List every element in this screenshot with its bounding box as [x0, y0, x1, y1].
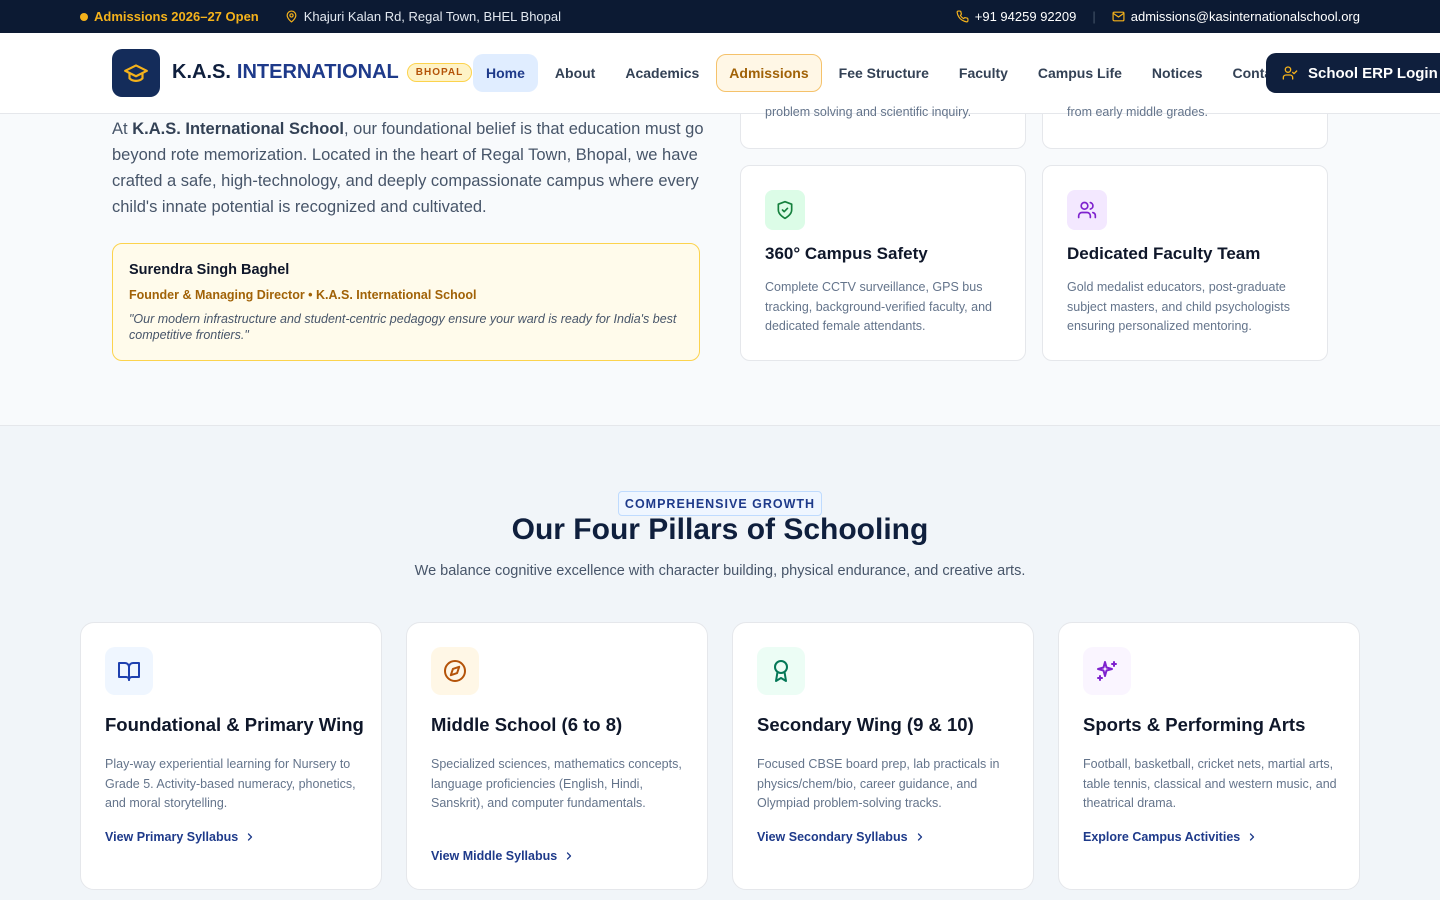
- brand-name[interactable]: K.A.S. INTERNATIONAL BHOPAL: [172, 61, 473, 84]
- admissions-open-label: Admissions 2026–27 Open: [94, 9, 259, 24]
- address-text: Khajuri Kalan Rd, Regal Town, BHEL Bhopa…: [303, 9, 562, 24]
- school-logo[interactable]: [112, 49, 160, 97]
- users-icon: [1067, 190, 1107, 230]
- nav-about[interactable]: About: [542, 54, 608, 92]
- founder-card: Surendra Singh Baghel Founder & Managing…: [112, 243, 700, 361]
- founder-name: Surendra Singh Baghel: [129, 262, 290, 278]
- graduation-cap-icon: [124, 64, 148, 82]
- feature-title: Dedicated Faculty Team: [1067, 244, 1261, 263]
- compass-icon: [431, 647, 479, 695]
- phone-icon: [956, 10, 969, 23]
- email-link[interactable]: admissions@kasinternationalschool.org: [1112, 9, 1360, 24]
- feature-card-faculty-team: Dedicated Faculty Team Gold medalist edu…: [1042, 165, 1328, 361]
- book-open-icon: [105, 647, 153, 695]
- nav-admissions[interactable]: Admissions: [716, 54, 822, 92]
- view-secondary-syllabus-link[interactable]: View Secondary Syllabus: [757, 830, 926, 844]
- feature-card-campus-safety: 360° Campus Safety Complete CCTV surveil…: [740, 165, 1026, 361]
- pillar-link-label: View Middle Syllabus: [431, 849, 558, 863]
- pillar-description: Specialized sciences, mathematics concep…: [431, 757, 682, 811]
- pillar-description: Football, basketball, cricket nets, mart…: [1083, 757, 1337, 811]
- view-primary-syllabus-link[interactable]: View Primary Syllabus: [105, 830, 256, 844]
- email-text: admissions@kasinternationalschool.org: [1130, 9, 1360, 24]
- award-icon: [757, 647, 805, 695]
- about-intro: At K.A.S. International School, our foun…: [112, 116, 712, 220]
- pillar-title: Secondary Wing (9 & 10): [757, 714, 974, 735]
- about-intro-prefix: At: [112, 120, 133, 138]
- nav-campus-life[interactable]: Campus Life: [1025, 54, 1135, 92]
- site-header: K.A.S. INTERNATIONAL BHOPAL Home About A…: [0, 33, 1440, 114]
- pillar-card-middle: Middle School (6 to 8) Specialized scien…: [406, 622, 708, 890]
- section-subtitle: We balance cognitive excellence with cha…: [414, 563, 1026, 579]
- founder-role: Founder & Managing Director • K.A.S. Int…: [129, 288, 477, 302]
- nav-academics[interactable]: Academics: [612, 54, 712, 92]
- city-badge: BHOPAL: [406, 63, 473, 82]
- feature-card-cut-2: from early middle grades.: [1042, 105, 1328, 149]
- user-check-icon: [1282, 66, 1298, 80]
- shield-check-icon: [765, 190, 805, 230]
- erp-login-button[interactable]: School ERP Login: [1266, 53, 1440, 93]
- top-info-bar: Admissions 2026–27 Open Khajuri Kalan Rd…: [0, 0, 1440, 33]
- feature-description: Complete CCTV surveillance, GPS bus trac…: [765, 280, 992, 333]
- pillar-description: Play-way experiential learning for Nurse…: [105, 757, 356, 811]
- view-middle-syllabus-link[interactable]: View Middle Syllabus: [431, 849, 575, 863]
- about-intro-school: K.A.S. International School: [132, 120, 344, 138]
- sparkles-icon: [1083, 647, 1131, 695]
- pillar-description: Focused CBSE board prep, lab practicals …: [757, 757, 1000, 811]
- phone-link[interactable]: +91 94259 92209: [956, 9, 1077, 24]
- section-title: Our Four Pillars of Schooling: [511, 513, 929, 546]
- brand-part-1: K.A.S.: [172, 61, 231, 83]
- pillar-card-secondary: Secondary Wing (9 & 10) Focused CBSE boa…: [732, 622, 1034, 890]
- mail-icon: [1112, 10, 1125, 23]
- phone-text: +91 94259 92209: [974, 9, 1077, 24]
- main-nav: Home About Academics Admissions Fee Stru…: [473, 54, 1298, 92]
- pillar-title: Middle School (6 to 8): [431, 714, 623, 735]
- explore-campus-activities-link[interactable]: Explore Campus Activities: [1083, 830, 1258, 844]
- founder-quote: "Our modern infrastructure and student-c…: [129, 312, 677, 342]
- nav-notices[interactable]: Notices: [1139, 54, 1216, 92]
- nav-fee-structure[interactable]: Fee Structure: [826, 54, 942, 92]
- pillar-link-label: View Primary Syllabus: [105, 830, 239, 844]
- pillar-title: Foundational & Primary Wing: [105, 714, 364, 735]
- nav-faculty[interactable]: Faculty: [946, 54, 1021, 92]
- feature-card-cut-1: problem solving and scientific inquiry.: [740, 105, 1026, 149]
- chevron-right-icon: [248, 833, 253, 841]
- admissions-open-notice[interactable]: Admissions 2026–27 Open: [80, 9, 259, 24]
- map-pin-icon: [285, 10, 298, 23]
- pillar-card-primary: Foundational & Primary Wing Play-way exp…: [80, 622, 382, 890]
- address-item: Khajuri Kalan Rd, Regal Town, BHEL Bhopa…: [285, 9, 561, 24]
- feature-description: Gold medalist educators, post-graduate s…: [1067, 280, 1291, 333]
- chevron-right-icon: [567, 852, 572, 860]
- nav-home[interactable]: Home: [473, 54, 538, 92]
- status-dot-icon: [80, 12, 88, 21]
- pillar-link-label: View Secondary Syllabus: [757, 830, 908, 844]
- erp-login-label: School ERP Login: [1308, 64, 1438, 82]
- chevron-right-icon: [1250, 833, 1255, 841]
- feature-card-cut-1-text: problem solving and scientific inquiry.: [765, 105, 972, 119]
- feature-card-cut-2-text: from early middle grades.: [1067, 105, 1209, 119]
- brand-part-2: INTERNATIONAL: [236, 61, 399, 83]
- feature-title: 360° Campus Safety: [765, 244, 928, 263]
- chevron-right-icon: [917, 833, 922, 841]
- pillar-card-sports-arts: Sports & Performing Arts Football, baske…: [1058, 622, 1360, 890]
- pillar-title: Sports & Performing Arts: [1083, 714, 1306, 735]
- pillar-link-label: Explore Campus Activities: [1083, 830, 1241, 844]
- separator: |: [1092, 9, 1096, 24]
